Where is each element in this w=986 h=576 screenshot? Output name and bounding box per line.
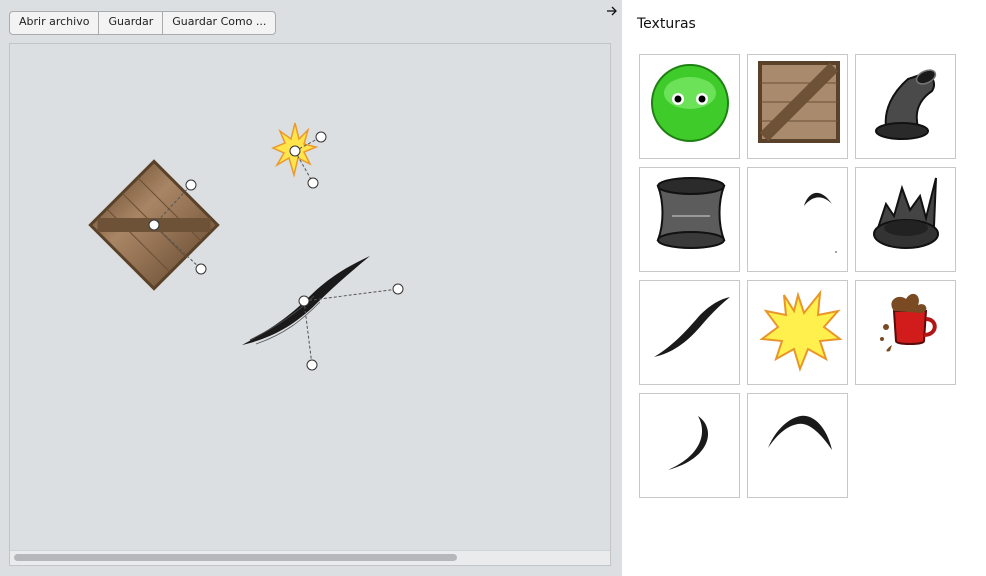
arrow-right-icon[interactable] [606,4,618,18]
spark-rotate-handle[interactable] [315,131,327,143]
save-button[interactable]: Guardar [99,12,164,34]
crescent-stroke-icon [668,416,709,470]
broken-pipe-icon [873,177,939,249]
texture-tile-yellow-burst[interactable] [747,280,848,385]
pipe-barrel-icon [656,177,726,249]
arch-stroke-icon [768,415,832,450]
bent-pipe-icon [875,69,937,140]
open-file-button[interactable]: Abrir archivo [10,12,100,34]
textures-panel: Texturas [622,0,986,576]
stroke-scale-handle[interactable] [306,359,318,371]
texture-tile-pipe-barrel[interactable] [639,167,740,272]
texture-tile-crescent-stroke[interactable] [639,393,740,498]
texture-tile-broken-pipe[interactable] [855,167,956,272]
spark-pivot-handle[interactable] [289,145,301,157]
stroke-pivot-handle[interactable] [298,295,310,307]
texture-tile-wooden-crate[interactable] [747,54,848,159]
green-face-icon [651,64,729,142]
crate-scale-handle[interactable] [195,263,207,275]
scene-canvas[interactable] [9,43,611,566]
yellow-burst-icon [759,289,843,373]
scrollbar-thumb[interactable] [14,554,457,561]
ink-slash-icon [654,297,730,357]
texture-tile-arch-stroke[interactable] [747,393,848,498]
coffee-mug-icon [880,293,937,352]
panel-title: Texturas [637,16,696,32]
texture-tile-small-arc[interactable] [747,167,848,272]
save-as-button[interactable]: Guardar Como ... [163,12,275,34]
texture-tile-coffee-mug[interactable] [855,280,956,385]
horizontal-scrollbar[interactable] [10,550,610,565]
scene-svg [88,122,404,371]
crate-rotate-handle[interactable] [185,179,197,191]
small-arc-icon [804,192,837,253]
texture-tile-ink-slash[interactable] [639,280,740,385]
file-toolbar: Abrir archivo Guardar Guardar Como ... [9,11,277,35]
texture-tile-green-face[interactable] [639,54,740,159]
crate-pivot-handle[interactable] [148,219,160,231]
spark-scale-handle[interactable] [307,177,319,189]
editor-pane: Abrir archivo Guardar Guardar Como ... [0,0,622,576]
texture-tile-bent-pipe[interactable] [855,54,956,159]
stroke-rotate-handle[interactable] [392,283,404,295]
wooden-crate-icon [758,61,840,143]
